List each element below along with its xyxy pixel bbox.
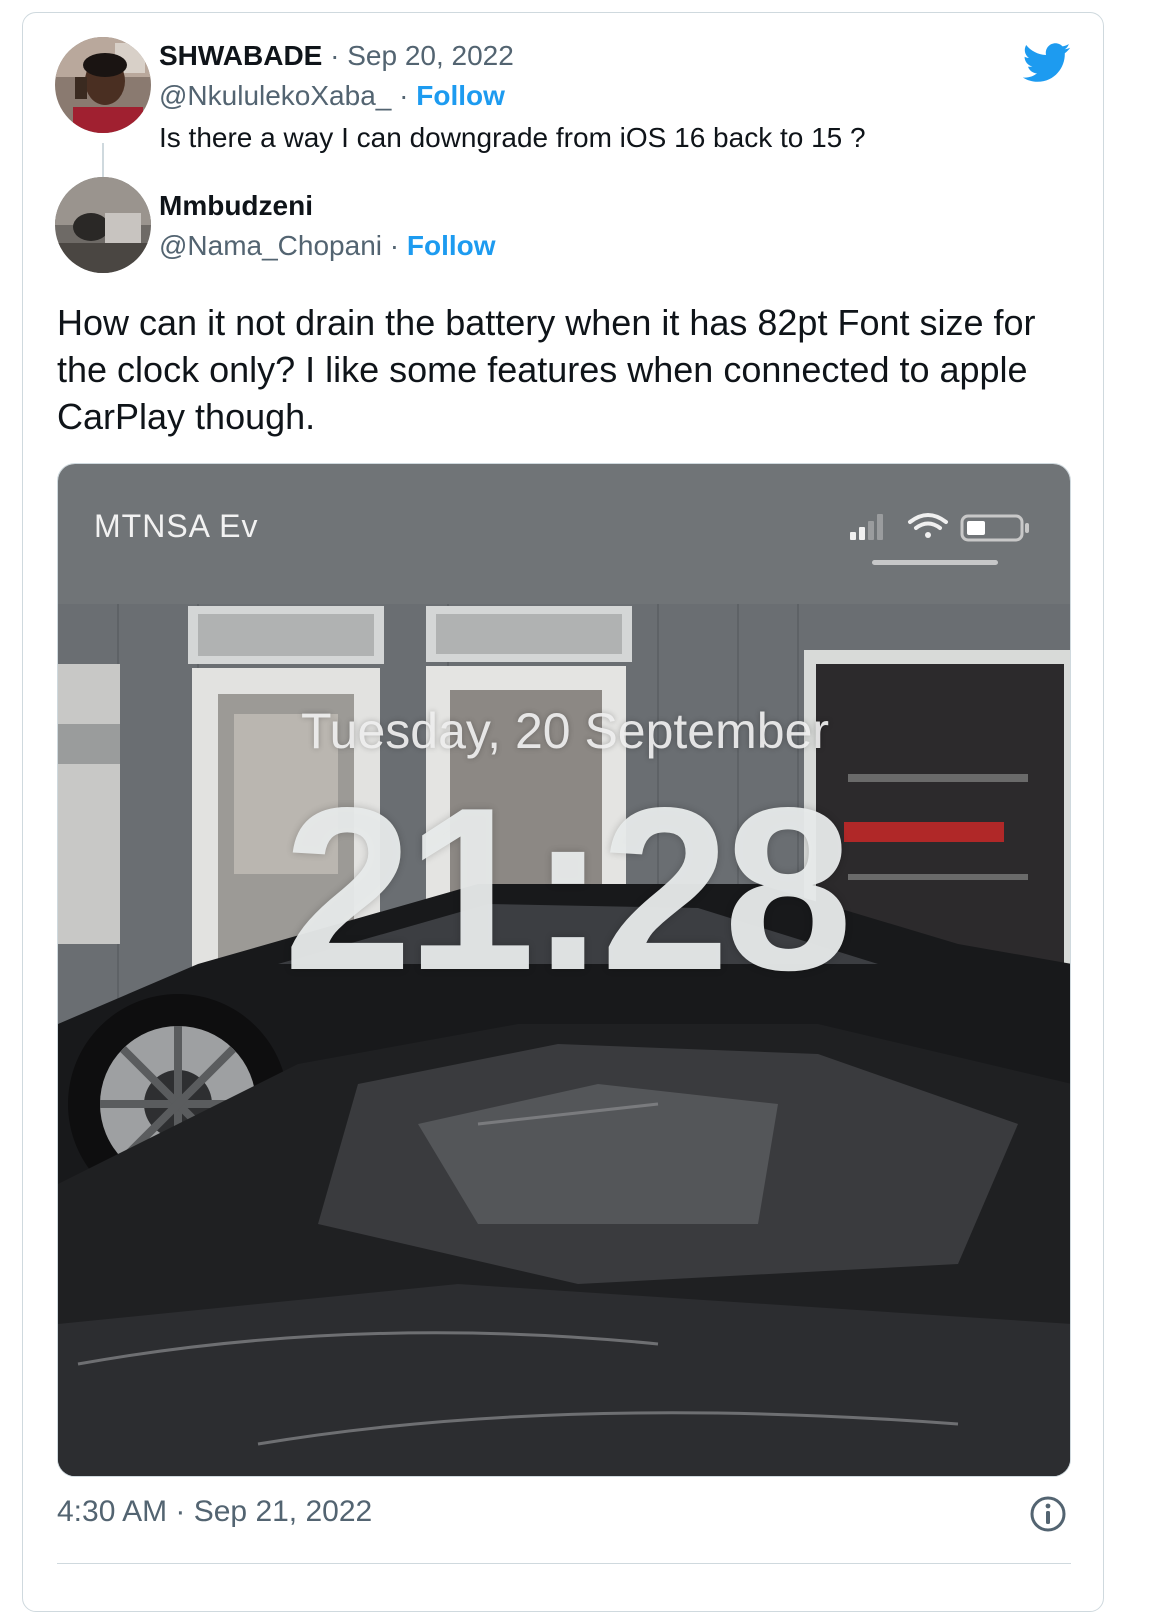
quoted-author-line: SHWABADE · Sep 20, 2022 (159, 39, 514, 73)
twitter-bird-icon[interactable] (1023, 43, 1071, 83)
follow-button[interactable]: Follow (407, 230, 496, 261)
quoted-handle-line: @NkululekoXaba_ · Follow (159, 79, 505, 113)
tweet-text: How can it not drain the battery when it… (57, 302, 1036, 437)
reply-author-name[interactable]: Mmbudzeni (159, 190, 313, 221)
separator-dot: · (389, 230, 400, 261)
tweet-media-image[interactable]: MTNSA Ev Tuesday, 20 September 21:28 (57, 463, 1071, 1477)
avatar[interactable] (55, 177, 151, 273)
separator-dot: · (399, 80, 409, 111)
wifi-icon (908, 513, 948, 538)
carrier-name: MTNSA Ev (94, 508, 259, 544)
battery-icon (960, 514, 1029, 542)
divider (57, 1563, 1071, 1564)
follow-button[interactable]: Follow (416, 80, 505, 111)
separator-dot: · (330, 40, 340, 71)
tweet-card: SHWABADE · Sep 20, 2022 @NkululekoXaba_ … (22, 12, 1104, 1612)
lock-screen-clock: 21:28 (283, 760, 852, 1019)
status-bar-icons (850, 513, 1029, 542)
quoted-tweet-text: Is there a way I can downgrade from iOS … (159, 122, 866, 153)
quoted-author-handle[interactable]: @NkululekoXaba_ (159, 80, 391, 111)
tweet-timestamp[interactable]: 4:30 AM · Sep 21, 2022 (57, 1495, 372, 1529)
info-icon[interactable] (1029, 1495, 1067, 1533)
avatar[interactable] (55, 37, 151, 133)
status-bar-underline (872, 560, 998, 565)
quoted-author-name[interactable]: SHWABADE (159, 40, 322, 71)
quoted-tweet-date[interactable]: Sep 20, 2022 (347, 40, 514, 71)
reply-author-handle[interactable]: @Nama_Chopani (159, 230, 382, 261)
cellular-signal-icon (850, 514, 883, 540)
reply-author-line: Mmbudzeni (159, 189, 313, 223)
lock-screen-date: Tuesday, 20 September (300, 703, 830, 759)
thread-line (102, 143, 104, 181)
reply-handle-line: @Nama_Chopani · Follow (159, 229, 496, 263)
